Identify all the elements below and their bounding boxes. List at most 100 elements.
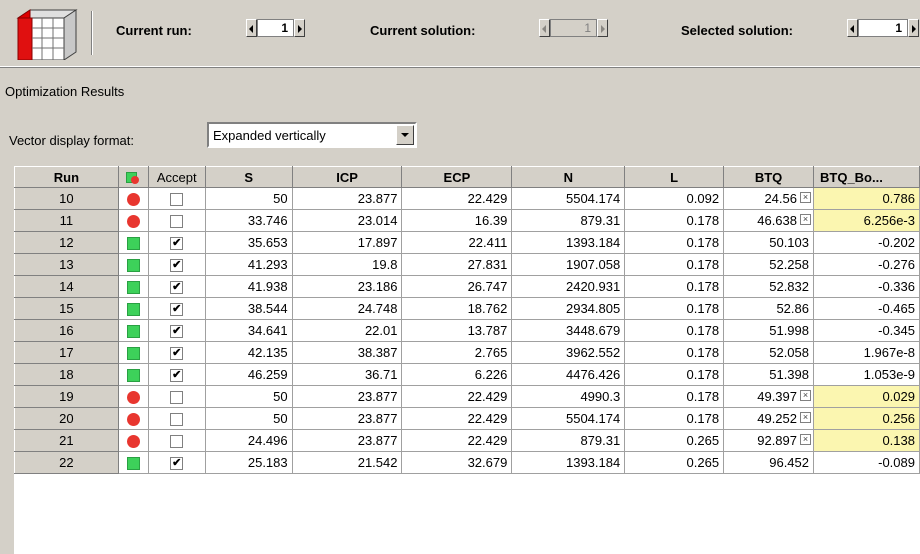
accept-checkbox[interactable]: ✔ (170, 369, 184, 383)
cell-s[interactable]: 50 (204, 407, 293, 430)
cell-btq-bo[interactable]: -0.465 (813, 297, 920, 320)
column-header-btq-bo[interactable]: BTQ_Bo... (813, 166, 920, 188)
cell-ecp[interactable]: 22.429 (401, 429, 513, 452)
cell-btq[interactable]: 52.86 (723, 297, 814, 320)
accept-cell[interactable]: ✔ (147, 341, 206, 364)
cell-btq-bo[interactable]: 0.786 (813, 187, 920, 210)
cell-l[interactable]: 0.265 (624, 451, 725, 474)
results-table[interactable]: Run Accept S ICP ECP N L BTQ BTQ_Bo... 1… (14, 166, 920, 554)
row-header-run[interactable]: 10 (14, 187, 119, 210)
row-header-run[interactable]: 12 (14, 231, 119, 254)
current-run-spinner[interactable]: 1 (246, 19, 306, 39)
cell-btq[interactable]: 52.258 (723, 253, 814, 276)
current-run-field[interactable]: 1 (257, 19, 294, 37)
cell-n[interactable]: 879.31 (511, 429, 626, 452)
cell-n[interactable]: 1907.058 (511, 253, 626, 276)
cell-btq-bo[interactable]: 6.256e-3 (813, 209, 920, 232)
accept-cell[interactable] (147, 385, 206, 408)
accept-checkbox[interactable] (170, 193, 184, 207)
table-row[interactable]: 21 24.496 23.877 22.429 879.31 0.265 92.897 × 0.… (14, 429, 920, 452)
table-row[interactable]: 10 50 23.877 22.429 5504.174 0.092 24.56 × 0.786 (14, 187, 920, 210)
accept-checkbox[interactable]: ✔ (170, 237, 184, 251)
cell-n[interactable]: 2420.931 (511, 275, 626, 298)
vector-format-select[interactable]: Expanded vertically (207, 122, 417, 148)
row-header-run[interactable]: 19 (14, 385, 119, 408)
cell-icp[interactable]: 24.748 (291, 297, 403, 320)
cell-icp[interactable]: 36.71 (291, 363, 403, 386)
accept-checkbox[interactable]: ✔ (170, 281, 184, 295)
table-row[interactable]: 13 ✔ 41.293 19.8 27.831 1907.058 0.178 52.258 -0… (14, 253, 920, 276)
column-header-s[interactable]: S (204, 166, 293, 188)
accept-checkbox[interactable]: ✔ (170, 303, 184, 317)
cell-l[interactable]: 0.178 (624, 275, 725, 298)
cell-l[interactable]: 0.265 (624, 429, 725, 452)
row-header-run[interactable]: 16 (14, 319, 119, 342)
cell-ecp[interactable]: 22.429 (401, 407, 513, 430)
cell-icp[interactable]: 19.8 (291, 253, 403, 276)
cell-l[interactable]: 0.178 (624, 341, 725, 364)
accept-cell[interactable] (147, 187, 206, 210)
accept-cell[interactable]: ✔ (147, 275, 206, 298)
cell-btq-bo[interactable]: -0.202 (813, 231, 920, 254)
table-row[interactable]: 22 ✔ 25.183 21.542 32.679 1393.184 0.265 96.452… (14, 451, 920, 474)
cell-l[interactable]: 0.178 (624, 319, 725, 342)
cell-n[interactable]: 3448.679 (511, 319, 626, 342)
column-header-accept[interactable]: Accept (147, 166, 206, 188)
table-row[interactable]: 17 ✔ 42.135 38.387 2.765 3962.552 0.178 52.058 1… (14, 341, 920, 364)
cube-grid-icon[interactable] (8, 8, 78, 60)
cell-ecp[interactable]: 22.429 (401, 385, 513, 408)
accept-cell[interactable]: ✔ (147, 231, 206, 254)
column-header-status[interactable] (117, 166, 149, 188)
increment-button[interactable] (294, 19, 305, 37)
accept-checkbox[interactable]: ✔ (170, 259, 184, 273)
row-header-run[interactable]: 20 (14, 407, 119, 430)
table-row[interactable]: 15 ✔ 38.544 24.748 18.762 2934.805 0.178 52.86-… (14, 297, 920, 320)
row-header-run[interactable]: 18 (14, 363, 119, 386)
table-row[interactable]: 18 ✔ 46.259 36.71 6.226 4476.426 0.178 51.398 1.… (14, 363, 920, 386)
column-header-n[interactable]: N (511, 166, 626, 188)
cell-s[interactable]: 50 (204, 187, 293, 210)
accept-checkbox[interactable] (170, 413, 184, 427)
cell-ecp[interactable]: 22.429 (401, 187, 513, 210)
cell-l[interactable]: 0.178 (624, 363, 725, 386)
cell-btq-bo[interactable]: -0.336 (813, 275, 920, 298)
cell-icp[interactable]: 23.877 (291, 407, 403, 430)
cell-btq[interactable]: 92.897 × (723, 429, 814, 452)
cell-s[interactable]: 24.496 (204, 429, 293, 452)
cell-btq[interactable]: 52.058 (723, 341, 814, 364)
row-header-run[interactable]: 22 (14, 451, 119, 474)
cell-icp[interactable]: 23.877 (291, 385, 403, 408)
table-row[interactable]: 20 50 23.877 22.429 5504.174 0.178 49.252 × 0.25… (14, 407, 920, 430)
cell-icp[interactable]: 23.877 (291, 187, 403, 210)
table-row[interactable]: 11 33.746 23.014 16.39 879.31 0.178 46.638 × 6.2… (14, 209, 920, 232)
accept-checkbox[interactable]: ✔ (170, 325, 184, 339)
row-header-run[interactable]: 21 (14, 429, 119, 452)
decrement-button[interactable] (246, 19, 257, 37)
cell-btq-bo[interactable]: 0.029 (813, 385, 920, 408)
accept-cell[interactable] (147, 209, 206, 232)
cell-n[interactable]: 1393.184 (511, 451, 626, 474)
accept-cell[interactable] (147, 407, 206, 430)
cell-n[interactable]: 879.31 (511, 209, 626, 232)
cell-btq-bo[interactable]: -0.276 (813, 253, 920, 276)
cell-ecp[interactable]: 2.765 (401, 341, 513, 364)
cell-s[interactable]: 25.183 (204, 451, 293, 474)
cell-s[interactable]: 33.746 (204, 209, 293, 232)
cell-n[interactable]: 5504.174 (511, 407, 626, 430)
accept-cell[interactable]: ✔ (147, 363, 206, 386)
cell-btq[interactable]: 50.103 (723, 231, 814, 254)
cell-btq[interactable]: 24.56 × (723, 187, 814, 210)
row-header-run[interactable]: 14 (14, 275, 119, 298)
cell-ecp[interactable]: 32.679 (401, 451, 513, 474)
cell-n[interactable]: 3962.552 (511, 341, 626, 364)
cell-btq[interactable]: 49.252 × (723, 407, 814, 430)
selected-solution-spinner[interactable]: 1 (847, 19, 919, 39)
dropdown-button[interactable] (396, 125, 414, 145)
row-header-run[interactable]: 17 (14, 341, 119, 364)
cell-n[interactable]: 2934.805 (511, 297, 626, 320)
accept-checkbox[interactable]: ✔ (170, 457, 184, 471)
cell-btq[interactable]: 52.832 (723, 275, 814, 298)
column-header-run[interactable]: Run (14, 166, 119, 188)
cell-s[interactable]: 46.259 (204, 363, 293, 386)
cell-l[interactable]: 0.178 (624, 385, 725, 408)
